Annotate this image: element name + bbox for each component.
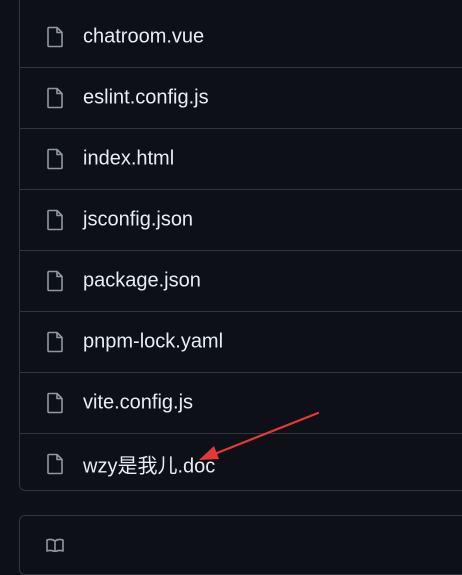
readme-box [19,515,462,575]
file-row[interactable]: jsconfig.json [20,189,462,250]
file-row[interactable]: vite.config.js [20,372,462,433]
file-icon [47,392,63,414]
file-list: chatroom.vue eslint.config.js index.html… [19,0,462,491]
file-icon [47,87,63,109]
file-row[interactable]: chatroom.vue [20,6,462,67]
file-name[interactable]: wzy是我儿.doc [83,450,215,479]
file-icon [47,26,63,47]
file-row[interactable]: pnpm-lock.yaml [20,311,462,372]
file-name[interactable]: package.json [83,270,201,293]
file-name[interactable]: chatroom.vue [83,25,204,48]
file-icon [47,453,63,475]
book-icon [46,538,64,552]
file-icon [47,209,63,231]
file-row[interactable]: eslint.config.js [20,67,462,128]
file-row[interactable]: wzy是我儿.doc [20,433,462,490]
file-icon [47,331,63,353]
file-name[interactable]: jsconfig.json [83,209,193,232]
file-name[interactable]: vite.config.js [83,392,193,415]
file-name[interactable]: pnpm-lock.yaml [83,331,223,354]
file-row[interactable]: package.json [20,250,462,311]
file-icon [47,270,63,292]
file-name[interactable]: index.html [83,148,174,171]
file-name[interactable]: eslint.config.js [83,87,209,110]
file-row[interactable]: index.html [20,128,462,189]
file-icon [47,148,63,170]
